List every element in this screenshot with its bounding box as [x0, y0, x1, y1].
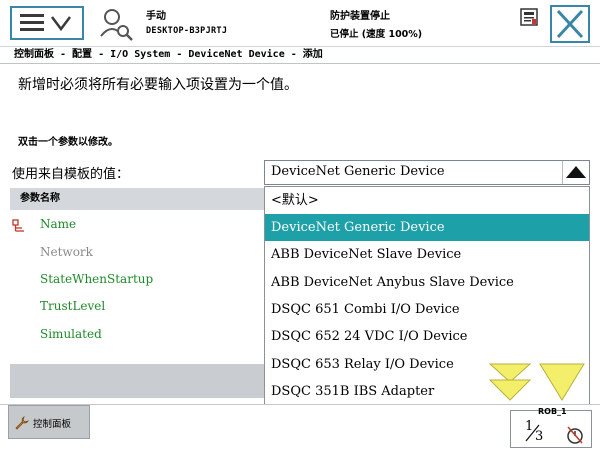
- option-abb-slave[interactable]: ABB DeviceNet Slave Device: [265, 241, 589, 268]
- breadcrumb: 控制面板 - 配置 - I/O System - DeviceNet Devic…: [0, 46, 600, 64]
- main-menu-button[interactable]: [10, 6, 84, 40]
- param-row-trustlevel[interactable]: TrustLevel: [40, 299, 105, 313]
- wrench-icon: [15, 416, 29, 430]
- close-icon: [556, 9, 584, 39]
- instruction-text: 新增时必须将所有必要输入项设置为一个值。: [18, 77, 298, 93]
- triangle-up-icon: [563, 161, 589, 184]
- option-dsqc-651[interactable]: DSQC 651 Combi I/O Device: [265, 296, 589, 323]
- robot-label: ROB_1: [538, 407, 567, 416]
- param-row-statewhenstartup[interactable]: StateWhenStartup: [40, 272, 153, 286]
- option-devicenet-generic[interactable]: DeviceNet Generic Device: [265, 214, 589, 241]
- down-arrow-icon[interactable]: [539, 363, 585, 401]
- quickset-icon: [567, 426, 583, 444]
- template-dropdown[interactable]: DeviceNet Generic Device: [264, 160, 590, 185]
- param-row-name[interactable]: Name: [40, 217, 76, 231]
- double-down-arrow-icon[interactable]: [488, 363, 532, 401]
- hamburger-chevron-icon: [20, 14, 71, 32]
- param-list-footer: [10, 364, 264, 398]
- operating-mode: 手动: [146, 11, 166, 22]
- controller-host: DESKTOP-B3PJRTJ: [146, 26, 228, 36]
- user-magnifier-icon[interactable]: [98, 6, 134, 42]
- param-column-header: 参数名称: [10, 188, 264, 210]
- speed-status: 已停止 (速度 100%): [330, 29, 423, 40]
- template-label: 使用来自模板的值：: [12, 167, 130, 182]
- control-panel-task-label: 控制面板: [33, 419, 72, 430]
- template-dropdown-value: DeviceNet Generic Device: [271, 164, 445, 179]
- param-row-network[interactable]: Network: [40, 245, 93, 259]
- required-param-icon: [12, 218, 26, 232]
- option-dsqc-652[interactable]: DSQC 652 24 VDC I/O Device: [265, 323, 589, 350]
- scroll-down-buttons[interactable]: [488, 360, 588, 406]
- close-button[interactable]: [550, 5, 590, 43]
- top-status-bar: [0, 0, 600, 47]
- param-row-simulated[interactable]: Simulated: [40, 327, 102, 341]
- control-panel-task-button[interactable]: 控制面板: [8, 405, 90, 439]
- option-abb-anybus-slave[interactable]: ABB DeviceNet Anybus Slave Device: [265, 269, 589, 296]
- hint-text: 双击一个参数以修改。: [18, 137, 118, 148]
- guard-status: 防护装置停止: [330, 11, 390, 22]
- dropdown-toggle-button[interactable]: [562, 161, 589, 184]
- event-log-icon[interactable]: [520, 8, 538, 26]
- option-default[interactable]: <默认>: [265, 187, 589, 214]
- fraction-bottom: 3: [535, 429, 544, 444]
